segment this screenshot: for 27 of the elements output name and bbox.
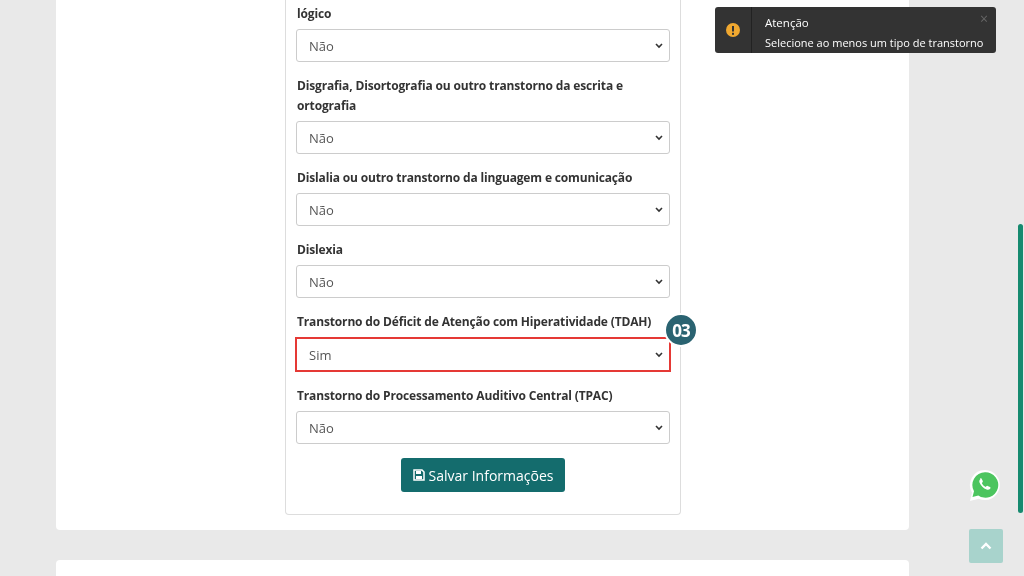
- chevron-down-icon: [655, 134, 663, 141]
- toast-title: Atenção: [765, 15, 810, 30]
- chevron-down-icon: [655, 424, 663, 431]
- chevron-down-icon: [655, 42, 663, 49]
- select-field[interactable]: Não: [296, 411, 670, 444]
- warning-icon: [726, 23, 740, 37]
- step-badge: 03: [664, 313, 698, 347]
- field-label: Dislexia: [297, 240, 344, 260]
- back-to-top-button[interactable]: [969, 529, 1003, 563]
- field-label: Disgrafia, Disortografia ou outro transtorno da escrita e ortografia: [297, 76, 624, 116]
- scrollbar-thumb[interactable]: [1018, 224, 1023, 513]
- select-field[interactable]: Não: [296, 193, 670, 226]
- chat-icon[interactable]: [969, 469, 1001, 502]
- chevron-down-icon: [655, 206, 663, 213]
- select-field[interactable]: Sim: [295, 337, 671, 372]
- select-field[interactable]: Não: [296, 121, 670, 154]
- field-label: Transtorno do Déficit de Atenção com Hiperatividade (TDAH): [297, 312, 653, 332]
- select-field[interactable]: Não: [296, 265, 670, 298]
- save-button[interactable]: Salvar Informações: [400, 458, 566, 492]
- select-field[interactable]: Não: [296, 29, 670, 62]
- field-label: Transtorno do Processamento Auditivo Central (TPAC): [297, 386, 614, 406]
- chevron-down-icon: [655, 351, 663, 358]
- field-label: lógico: [297, 4, 333, 24]
- field-label: Dislalia ou outro transtorno da linguagem e comunicação: [297, 168, 634, 188]
- toast-message: Selecione ao menos um tipo de transtorno: [765, 35, 984, 50]
- chevron-up-icon: [980, 542, 992, 550]
- chevron-down-icon: [655, 278, 663, 285]
